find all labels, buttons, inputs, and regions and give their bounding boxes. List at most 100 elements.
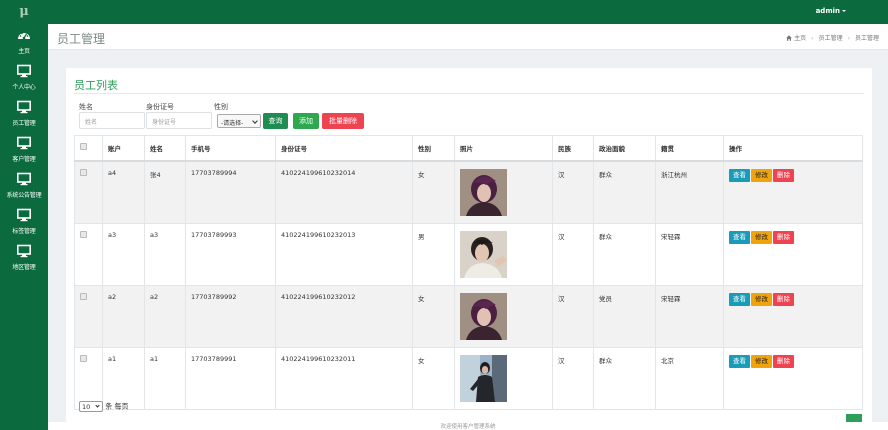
account-cell: a2 (102, 285, 145, 348)
sidebar-item-tags[interactable]: 标签管理 (0, 208, 48, 244)
column-header[interactable]: 民族 (552, 135, 594, 162)
select-all-header[interactable] (74, 135, 103, 162)
breadcrumb: 主页 › 员工管理 › 员工管理 (786, 33, 879, 42)
sidebar-item-home[interactable]: 主页 (0, 28, 48, 64)
name-search-input[interactable]: 姓名 (79, 112, 145, 129)
actions-cell: 查看 修改 删除 (723, 223, 863, 286)
employee-photo[interactable] (460, 355, 507, 402)
employee-photo[interactable] (460, 293, 507, 340)
employee-photo[interactable] (460, 231, 507, 278)
select-all-checkbox[interactable] (80, 143, 87, 150)
photo-cell (454, 160, 553, 224)
phone-cell: 17703789991 (185, 347, 276, 410)
monitor-icon (17, 64, 31, 78)
view-button[interactable]: 查看 (729, 231, 750, 244)
breadcrumb-section[interactable]: 员工管理 (819, 35, 843, 42)
column-header[interactable]: 政治面貌 (593, 135, 656, 162)
political-cell: 群众 (593, 223, 656, 286)
employee-table: 账户 姓名 手机号 身份证号 性别 照片 民族 政治面貌 籍贯 操作 a4 张4… (74, 135, 863, 410)
gender-select[interactable]: -请选择- (217, 114, 261, 128)
edit-button[interactable]: 修改 (751, 231, 772, 244)
page-size-select[interactable]: 10 (79, 401, 103, 412)
divider (74, 93, 864, 94)
edit-button[interactable]: 修改 (751, 169, 772, 182)
view-button[interactable]: 查看 (729, 169, 750, 182)
column-header[interactable]: 性别 (412, 135, 455, 162)
actions-cell: 查看 修改 删除 (723, 347, 863, 410)
employee-photo[interactable] (460, 169, 507, 216)
table-row: a2 a2 17703789992 410224199610232012 女 汉… (74, 285, 863, 348)
row-checkbox[interactable] (80, 169, 87, 176)
delete-button[interactable]: 删除 (773, 355, 794, 368)
sidebar-item-regions[interactable]: 地区管理 (0, 244, 48, 280)
dashboard-icon (18, 32, 30, 40)
sidebar-item-customers[interactable]: 客户管理 (0, 136, 48, 172)
idcard-search-input[interactable]: 身份证号 (146, 112, 212, 129)
edit-button[interactable]: 修改 (751, 355, 772, 368)
idcard-cell: 410224199610232013 (275, 223, 413, 286)
breadcrumb-separator: › (811, 35, 814, 42)
column-header[interactable]: 手机号 (185, 135, 276, 162)
breadcrumb-home[interactable]: 主页 (794, 35, 806, 42)
page-size-value: 10 (82, 403, 91, 411)
photo-cell (454, 223, 553, 286)
sidebar-item-label: 员工管理 (12, 120, 36, 127)
phone-cell: 17703789994 (185, 160, 276, 224)
card-title: 员工列表 (74, 79, 118, 92)
sidebar-item-profile[interactable]: 个人中心 (0, 64, 48, 100)
monitor-icon (17, 136, 31, 150)
gender-cell: 男 (412, 223, 455, 286)
name-cell: a1 (144, 347, 186, 410)
hometown-cell: 浙江杭州 (655, 160, 724, 224)
add-button[interactable]: 添加 (293, 113, 319, 129)
edit-button[interactable]: 修改 (751, 293, 772, 306)
sidebar-item-announcements[interactable]: 系统公告管理 (0, 172, 48, 208)
user-menu[interactable]: admin (816, 0, 846, 22)
page-size-control: 10 条 每页 (79, 401, 128, 412)
phone-cell: 17703789992 (185, 285, 276, 348)
batch-delete-button[interactable]: 批量删除 (322, 113, 364, 129)
column-header[interactable]: 籍贯 (655, 135, 724, 162)
column-header[interactable]: 账户 (102, 135, 145, 162)
home-icon (786, 35, 792, 41)
view-button[interactable]: 查看 (729, 293, 750, 306)
idcard-cell: 410224199610232014 (275, 160, 413, 224)
actions-cell: 查看 修改 删除 (723, 285, 863, 348)
phone-cell: 17703789993 (185, 223, 276, 286)
chevron-down-icon (95, 403, 100, 408)
row-select-cell (74, 160, 103, 224)
caret-down-icon (842, 10, 846, 12)
account-cell: a3 (102, 223, 145, 286)
ethnicity-cell: 汉 (552, 223, 594, 286)
hometown-cell: 宋轻霖 (655, 223, 724, 286)
actions-cell: 查看 修改 删除 (723, 160, 863, 224)
query-button[interactable]: 查询 (263, 113, 288, 129)
chevron-down-icon (252, 118, 258, 124)
per-page-label: 条 每页 (105, 402, 129, 411)
app-logo[interactable]: μ (0, 0, 48, 24)
view-button[interactable]: 查看 (729, 355, 750, 368)
column-header[interactable]: 姓名 (144, 135, 186, 162)
row-checkbox[interactable] (80, 231, 87, 238)
delete-button[interactable]: 删除 (773, 169, 794, 182)
monitor-icon (17, 100, 31, 114)
column-header[interactable]: 身份证号 (275, 135, 413, 162)
hometown-cell: 宋轻霖 (655, 285, 724, 348)
sidebar-item-label: 个人中心 (12, 84, 36, 91)
column-header: 操作 (723, 135, 863, 162)
employee-list-card: 员工列表 姓名 姓名 身份证号 身份证号 性别 -请选择- 查询 添加 批量删除… (66, 68, 872, 422)
account-cell: a4 (102, 160, 145, 224)
political-cell: 党员 (593, 285, 656, 348)
photo-cell (454, 285, 553, 348)
gender-cell: 女 (412, 285, 455, 348)
page-title: 员工管理 (57, 32, 106, 46)
row-checkbox[interactable] (80, 293, 87, 300)
delete-button[interactable]: 删除 (773, 293, 794, 306)
name-filter-label: 姓名 (79, 103, 93, 111)
monitor-icon (17, 172, 31, 186)
delete-button[interactable]: 删除 (773, 231, 794, 244)
gender-select-value: -请选择- (221, 120, 244, 127)
sidebar-item-label: 客户管理 (12, 156, 36, 163)
row-checkbox[interactable] (80, 355, 87, 362)
sidebar-item-employees[interactable]: 员工管理 (0, 100, 48, 136)
